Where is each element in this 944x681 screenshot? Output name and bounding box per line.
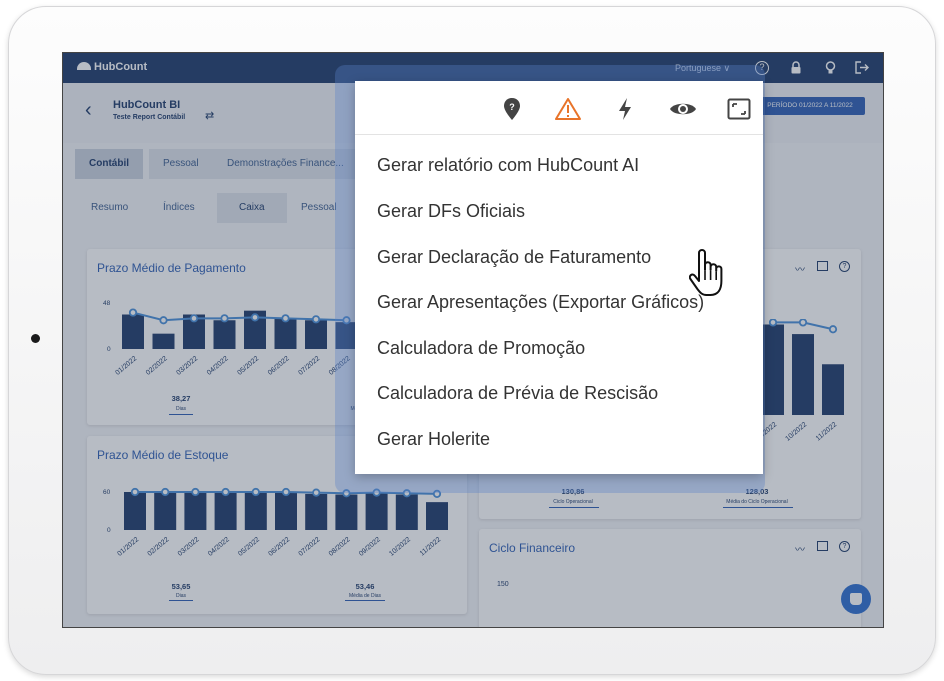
menu-item-dfs-oficiais[interactable]: Gerar DFs Oficiais — [377, 201, 525, 222]
tablet-camera — [31, 334, 40, 343]
lightning-icon[interactable] — [617, 97, 641, 121]
svg-text:?: ? — [509, 102, 515, 112]
menu-item-apresentacoes[interactable]: Gerar Apresentações (Exportar Gráficos) — [377, 292, 704, 313]
warning-icon[interactable] — [555, 97, 581, 121]
app-screen: HubCount Portuguese ∨ ? ‹ HubCount BI Te… — [62, 52, 884, 628]
map-marker-question-icon[interactable]: ? — [501, 97, 525, 121]
menu-item-holerite[interactable]: Gerar Holerite — [377, 429, 490, 450]
menu-item-calculadora-promocao[interactable]: Calculadora de Promoção — [377, 338, 585, 359]
fullscreen-icon[interactable] — [727, 97, 751, 121]
menu-item-previa-rescisao[interactable]: Calculadora de Prévia de Rescisão — [377, 383, 658, 404]
menu-icon-bar: ? — [355, 81, 763, 135]
eye-icon[interactable] — [669, 97, 696, 121]
menu-item-relatorio-ai[interactable]: Gerar relatório com HubCount AI — [377, 155, 639, 176]
hand-cursor-icon — [688, 249, 727, 308]
menu-item-declaracao-faturamento[interactable]: Gerar Declaração de Faturamento — [377, 247, 651, 268]
